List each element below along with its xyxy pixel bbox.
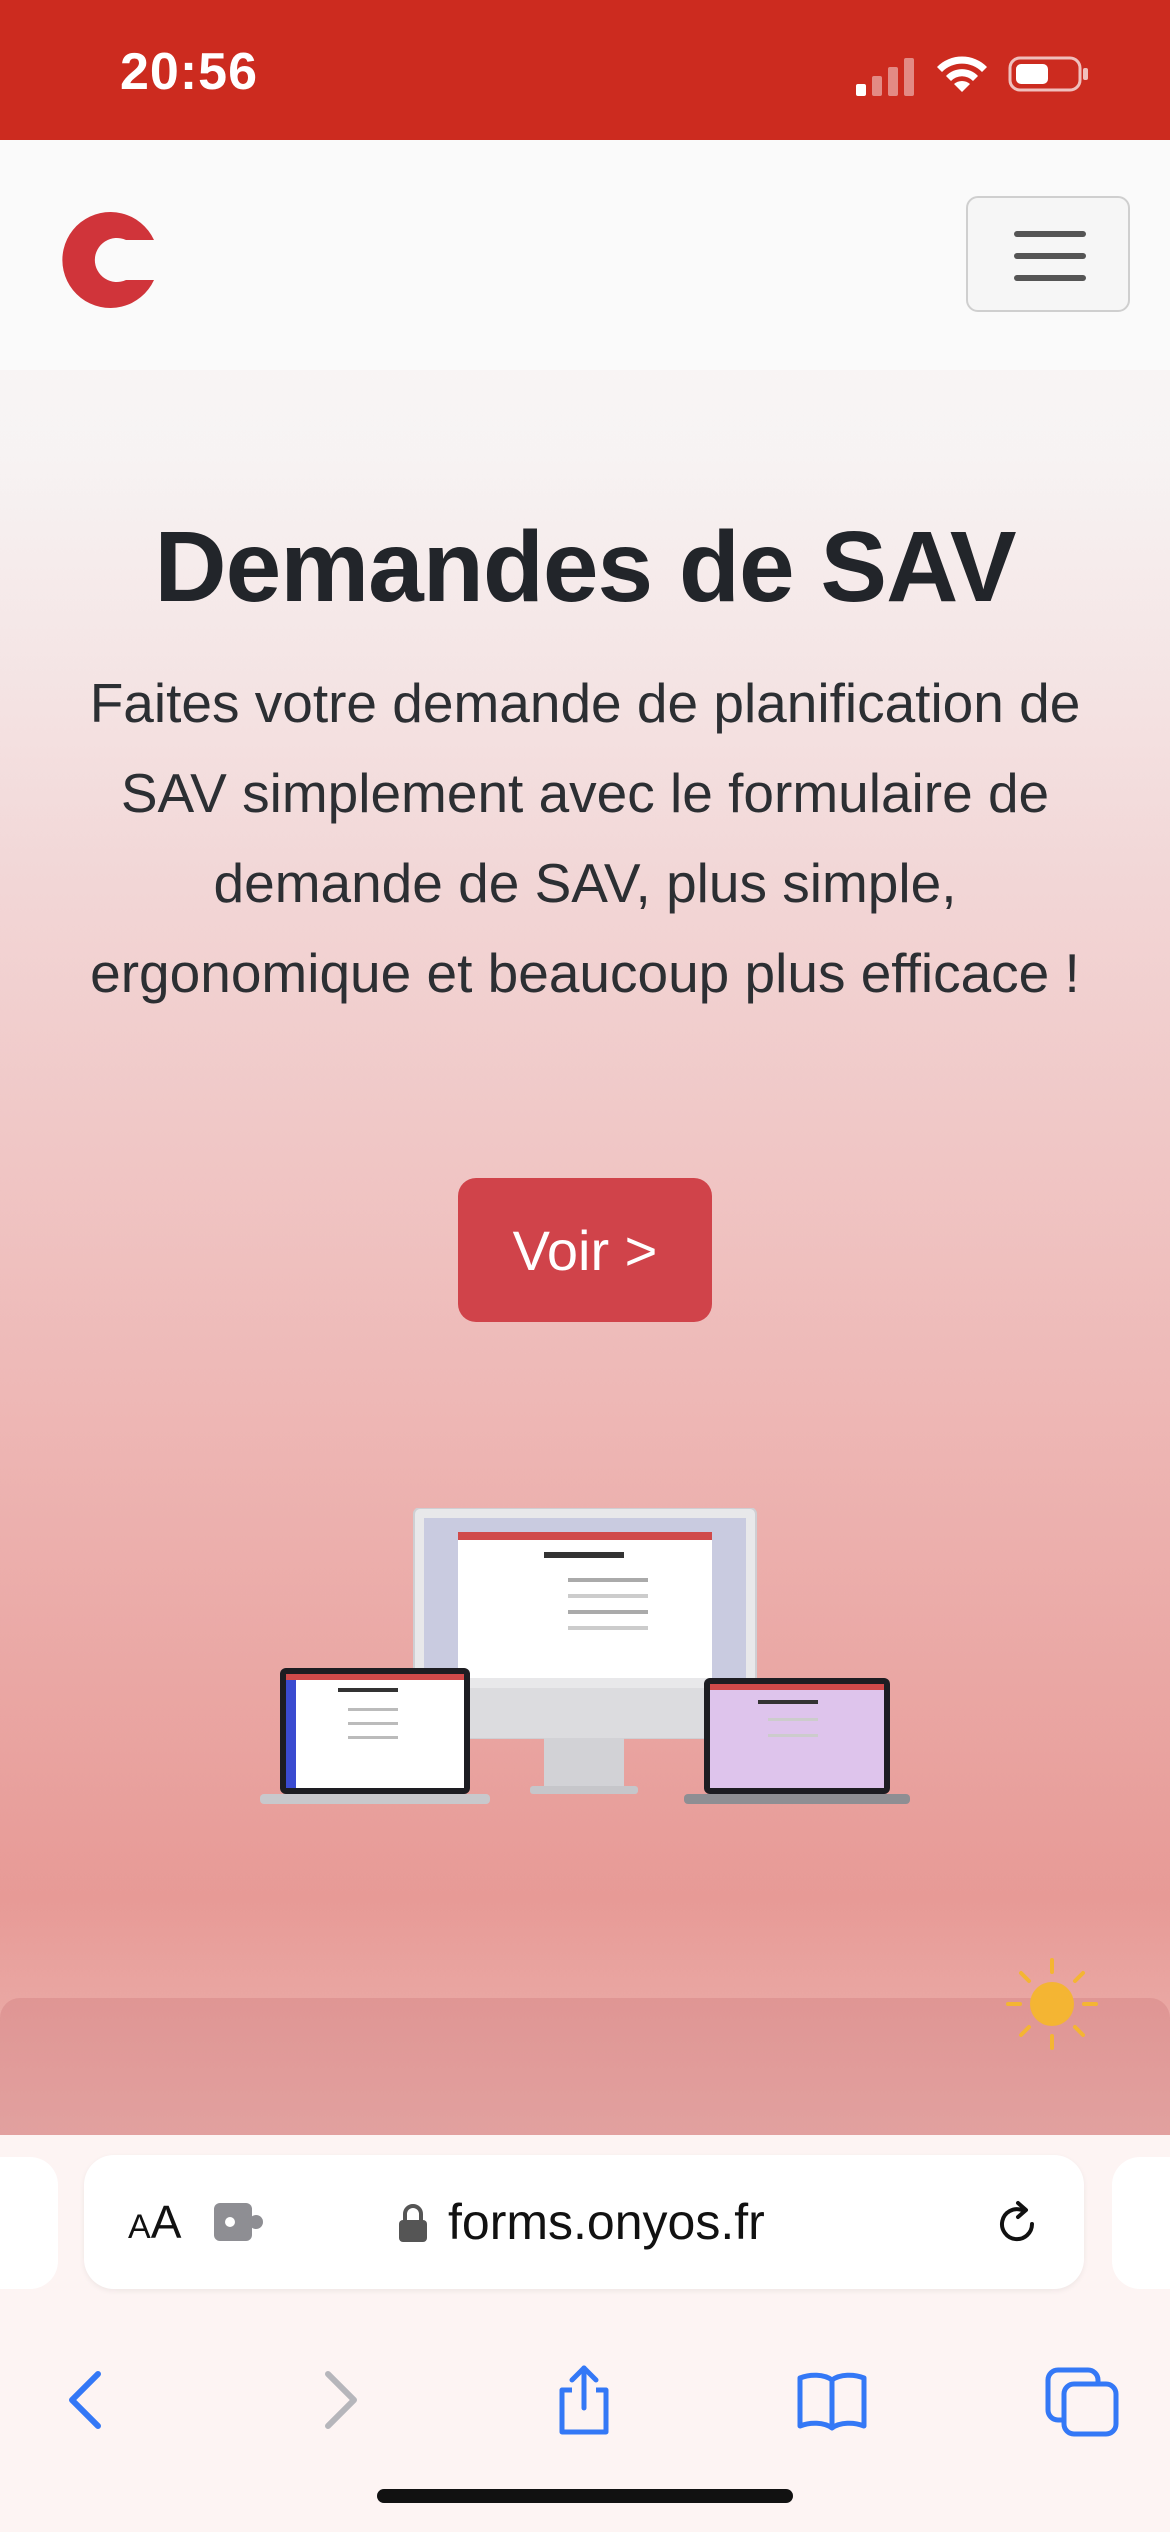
extension-puzzle-icon[interactable] bbox=[214, 2199, 266, 2245]
hero-description: Faites votre demande de planification de… bbox=[89, 672, 1081, 1004]
sun-icon[interactable] bbox=[1004, 1956, 1100, 2052]
tabs-icon[interactable] bbox=[1044, 2362, 1120, 2438]
status-bar: 20:56 bbox=[0, 0, 1170, 140]
forward-icon[interactable] bbox=[300, 2362, 376, 2438]
home-indicator[interactable] bbox=[377, 2489, 793, 2503]
back-icon[interactable] bbox=[50, 2362, 126, 2438]
browser-bottom-bar: AA forms.onyos.fr bbox=[0, 2135, 1170, 2532]
share-icon[interactable] bbox=[546, 2362, 622, 2438]
battery-icon bbox=[1008, 56, 1088, 92]
url-text: forms.onyos.fr bbox=[448, 2194, 765, 2250]
address-bar[interactable]: AA forms.onyos.fr bbox=[84, 2155, 1084, 2289]
browser-toolbar bbox=[0, 2350, 1170, 2460]
navbar bbox=[0, 140, 1170, 370]
previous-tab-peek[interactable] bbox=[0, 2157, 58, 2289]
page-title: Demandes de SAV bbox=[154, 511, 1016, 623]
brand-logo[interactable] bbox=[50, 200, 170, 320]
next-tab-peek[interactable] bbox=[1112, 2157, 1170, 2289]
reload-icon[interactable] bbox=[992, 2199, 1042, 2249]
wifi-icon bbox=[937, 56, 987, 92]
devices-mockup-image bbox=[260, 1508, 910, 1804]
cellular-signal-icon bbox=[856, 58, 914, 96]
lock-icon bbox=[399, 2204, 427, 2242]
voir-button[interactable]: Voir > bbox=[458, 1178, 712, 1322]
bottom-section bbox=[0, 1998, 1170, 2138]
status-time: 20:56 bbox=[120, 43, 258, 101]
bookmarks-icon[interactable] bbox=[794, 2362, 870, 2438]
text-size-button[interactable]: AA bbox=[128, 2195, 181, 2249]
menu-toggle-button[interactable] bbox=[966, 196, 1130, 312]
hamburger-icon bbox=[1014, 231, 1086, 237]
